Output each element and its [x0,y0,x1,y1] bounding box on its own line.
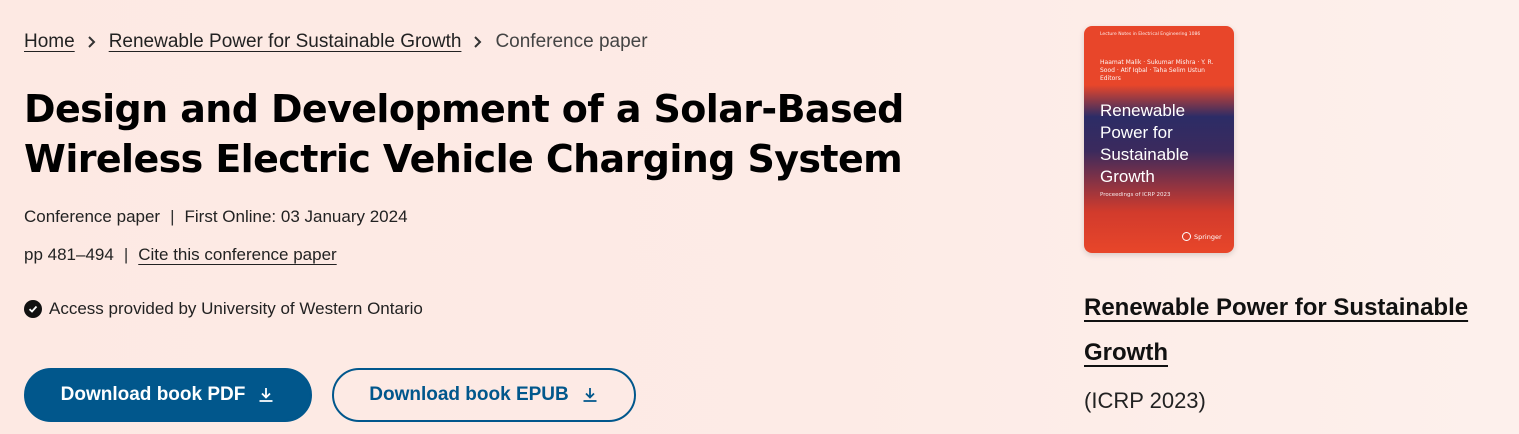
download-buttons: Download book PDF Download book EPUB [24,368,636,422]
download-icon [581,386,599,404]
download-pdf-label: Download book PDF [60,384,246,405]
access-notice: Access provided by University of Western… [24,299,423,319]
breadcrumb-book-link[interactable]: Renewable Power for Sustainable Growth [109,31,462,53]
cover-subtitle: Proceedings of ICRP 2023 [1100,192,1171,198]
first-online-date: First Online: 03 January 2024 [184,207,408,226]
check-circle-icon [24,300,42,318]
breadcrumb: Home Renewable Power for Sustainable Gro… [24,31,648,53]
cover-series: Lecture Notes in Electrical Engineering … [1100,32,1201,37]
meta-line-2: pp 481–494 | Cite this conference paper [24,245,337,265]
cite-link[interactable]: Cite this conference paper [138,245,336,264]
chevron-right-icon [473,35,483,49]
cover-title: Renewable Power for Sustainable Growth [1100,101,1189,186]
meta-divider: | [170,207,175,226]
content-type: Conference paper [24,207,161,226]
page-range: pp 481–494 [24,245,114,264]
breadcrumb-home-link[interactable]: Home [24,31,75,53]
springer-logo-icon: Springer [1182,232,1222,241]
meta-line-1: Conference paper | First Online: 03 Januar… [24,207,408,227]
access-text: Access provided by University of Western… [49,299,423,318]
springer-horse-icon [1182,232,1191,241]
page-title: Design and Development of a Solar-Based … [24,87,904,181]
book-conference: (ICRP 2023) [1084,388,1206,413]
download-epub-button[interactable]: Download book EPUB [332,368,636,422]
book-cover-image[interactable]: Lecture Notes in Electrical Engineering … [1084,26,1234,253]
download-pdf-button[interactable]: Download book PDF [24,368,312,422]
book-title: Renewable Power for Sustainable Growth [1084,285,1504,375]
meta-divider: | [123,245,129,264]
cover-editors: Haamat Malik · Sukumar Mishra · Y. R. So… [1100,59,1214,82]
cover-publisher: Springer [1194,232,1222,241]
book-title-link[interactable]: Renewable Power for Sustainable Growth [1084,294,1468,366]
download-epub-label: Download book EPUB [369,384,569,405]
chevron-right-icon [87,35,97,49]
download-icon [257,386,275,404]
breadcrumb-current: Conference paper [495,31,648,52]
